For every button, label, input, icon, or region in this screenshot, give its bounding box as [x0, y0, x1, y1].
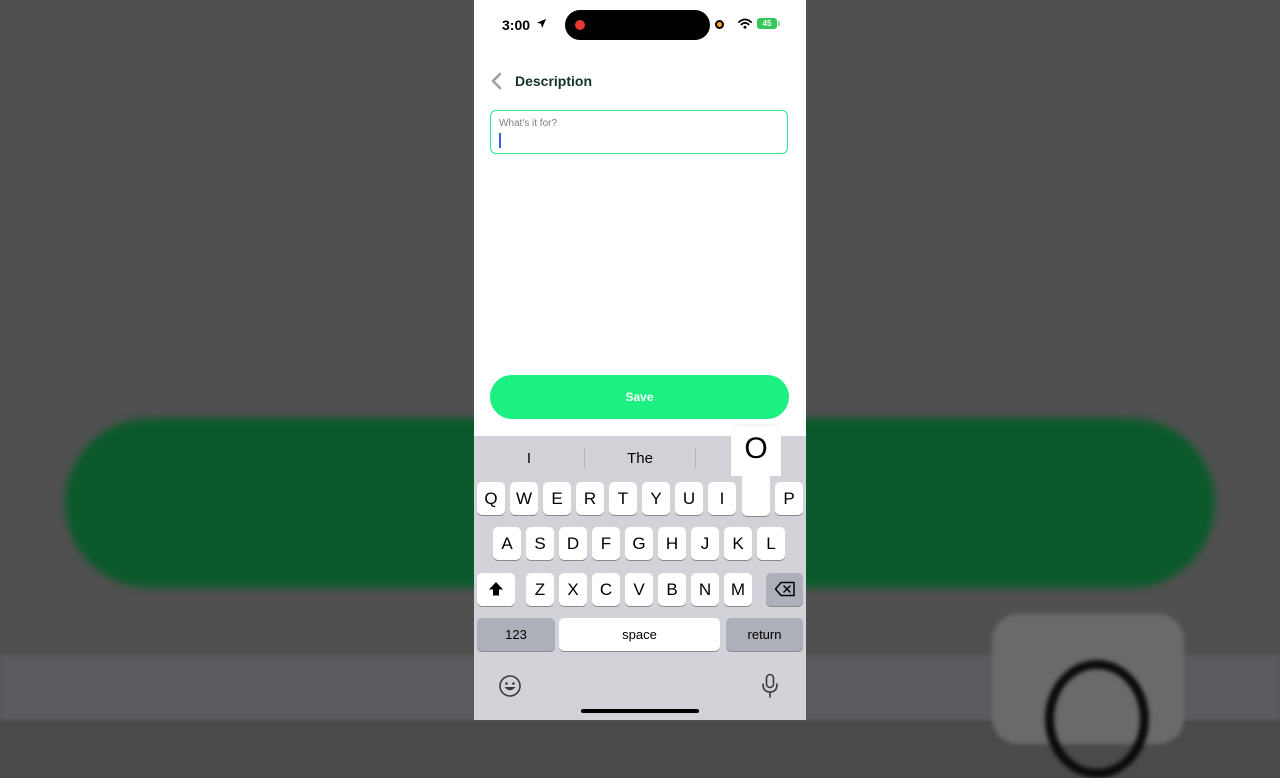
- battery-indicator: 45: [757, 18, 777, 29]
- description-field-label: What's it for?: [499, 118, 558, 129]
- key-r[interactable]: R: [576, 482, 604, 515]
- key-n[interactable]: N: [691, 573, 719, 606]
- key-popup-letter: O: [744, 432, 768, 465]
- page-header: Description: [474, 66, 806, 96]
- background-blurred-key-letter: [1045, 660, 1149, 778]
- key-o[interactable]: O: [731, 426, 781, 516]
- camera-indicator: [715, 20, 724, 29]
- key-m[interactable]: M: [724, 573, 752, 606]
- key-popup-bubble: O: [731, 426, 781, 476]
- return-key[interactable]: return: [726, 618, 803, 651]
- key-f[interactable]: F: [592, 527, 620, 560]
- key-l[interactable]: L: [757, 527, 785, 560]
- key-c[interactable]: C: [592, 573, 620, 606]
- key-u[interactable]: U: [675, 482, 703, 515]
- key-w[interactable]: W: [510, 482, 538, 515]
- key-v[interactable]: V: [625, 573, 653, 606]
- back-chevron-icon[interactable]: [490, 72, 504, 90]
- emoji-icon[interactable]: [498, 674, 522, 698]
- shift-key[interactable]: [477, 573, 515, 606]
- key-x[interactable]: X: [559, 573, 587, 606]
- location-arrow-icon: [536, 18, 547, 29]
- home-indicator: [581, 709, 699, 713]
- key-s[interactable]: S: [526, 527, 554, 560]
- dynamic-island: [565, 10, 710, 40]
- microphone-icon[interactable]: [761, 673, 779, 699]
- key-z[interactable]: Z: [526, 573, 554, 606]
- key-a[interactable]: A: [493, 527, 521, 560]
- suggestion-item[interactable]: The: [585, 450, 695, 467]
- save-button[interactable]: Save: [490, 375, 789, 419]
- key-q[interactable]: Q: [477, 482, 505, 515]
- recording-indicator: [575, 20, 585, 30]
- suggestion-divider: [695, 448, 696, 468]
- page-title: Description: [515, 73, 593, 89]
- backspace-key[interactable]: [766, 573, 803, 606]
- key-d[interactable]: D: [559, 527, 587, 560]
- key-h[interactable]: H: [658, 527, 686, 560]
- key-j[interactable]: J: [691, 527, 719, 560]
- text-caret: [499, 133, 501, 148]
- backspace-icon: [774, 581, 795, 597]
- shift-icon: [489, 582, 503, 596]
- description-field[interactable]: What's it for?: [490, 110, 788, 154]
- description-input[interactable]: [503, 132, 779, 148]
- numbers-key[interactable]: 123: [477, 618, 555, 651]
- key-k[interactable]: K: [724, 527, 752, 560]
- key-g[interactable]: G: [625, 527, 653, 560]
- status-time: 3:00: [502, 17, 531, 33]
- battery-tip: [778, 21, 780, 26]
- space-key[interactable]: space: [559, 618, 720, 651]
- status-bar: 3:00 45: [474, 0, 806, 48]
- wifi-icon: [738, 18, 752, 29]
- key-e[interactable]: E: [543, 482, 571, 515]
- key-t[interactable]: T: [609, 482, 637, 515]
- key-b[interactable]: B: [658, 573, 686, 606]
- key-popup-stem: [742, 474, 770, 516]
- phone-screen: 3:00 45 Description What's it for? Save …: [474, 0, 806, 720]
- key-y[interactable]: Y: [642, 482, 670, 515]
- suggestion-item[interactable]: I: [474, 450, 584, 467]
